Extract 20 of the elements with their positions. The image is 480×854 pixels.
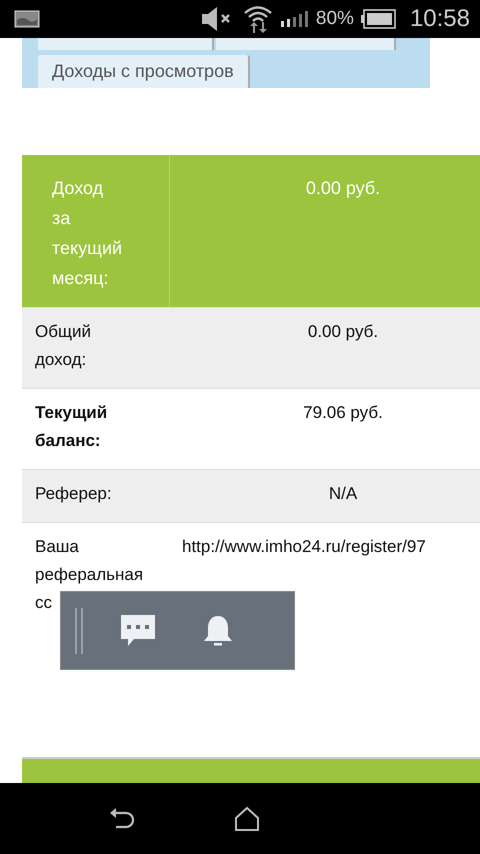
home-icon[interactable] xyxy=(234,806,260,832)
row-value: N/A xyxy=(328,484,358,503)
drag-handle-icon[interactable] xyxy=(75,608,83,654)
row-value: 79.06 руб. xyxy=(303,403,383,422)
image-icon xyxy=(14,10,40,28)
back-icon[interactable] xyxy=(108,806,136,830)
row-label: Ваша реферальная сс xyxy=(35,537,144,612)
row-label: Текущий баланс: xyxy=(35,403,108,450)
wifi-icon xyxy=(242,4,274,34)
row-label: Реферер: xyxy=(35,484,112,503)
battery-icon xyxy=(360,9,396,29)
row-label: Общий доход: xyxy=(35,322,91,369)
tab[interactable]: Доходы с просмотров xyxy=(38,55,250,88)
row-value: 0.00 руб. xyxy=(306,178,380,198)
battery-percent: 80% xyxy=(316,8,354,30)
row-label: Доход за текущий месяц: xyxy=(52,178,122,288)
bell-icon[interactable] xyxy=(203,614,233,648)
row-value: 0.00 руб. xyxy=(308,322,378,341)
clock: 10:58 xyxy=(410,5,470,33)
signal-icon xyxy=(280,11,310,27)
